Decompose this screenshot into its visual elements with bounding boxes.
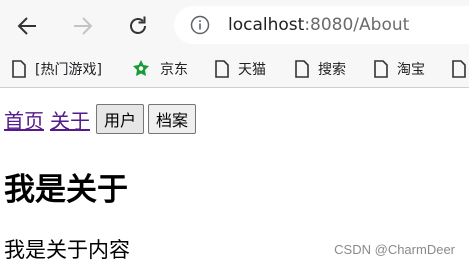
page-content: 首页 关于 用户 档案 我是关于 我是关于内容 CSDN @CharmDeer <box>0 88 469 268</box>
bookmark-item[interactable]: [热门游戏] <box>12 51 102 87</box>
nav-links: 首页 关于 用户 档案 <box>4 104 200 134</box>
bookmark-item[interactable]: 京东 <box>131 51 188 87</box>
page-icon <box>215 60 229 78</box>
bookmark-label: 天猫 <box>238 62 266 78</box>
jd-icon <box>131 59 151 79</box>
bookmark-label: 搜索 <box>318 62 346 78</box>
profile-button[interactable]: 档案 <box>148 104 197 134</box>
page-icon <box>452 60 466 78</box>
info-icon[interactable] <box>190 15 210 39</box>
arrow-right-icon <box>74 17 93 35</box>
url-path: :8080/About <box>304 15 410 35</box>
browser-toolbar: localhost:8080/About <box>0 0 469 51</box>
page-icon <box>295 60 309 78</box>
bookmark-overflow[interactable] <box>452 51 469 87</box>
bookmark-label: 京东 <box>160 62 188 78</box>
bookmark-label: [热门游戏] <box>35 62 102 78</box>
forward-button[interactable] <box>66 9 100 43</box>
home-link[interactable]: 首页 <box>4 105 44 134</box>
bookmark-item[interactable]: 搜索 <box>295 51 346 87</box>
page-icon <box>374 60 388 78</box>
url-text[interactable]: localhost:8080/About <box>228 6 409 44</box>
about-link[interactable]: 关于 <box>50 105 90 134</box>
bookmark-item[interactable]: 天猫 <box>215 51 266 87</box>
reload-button[interactable] <box>121 9 155 43</box>
bookmark-item[interactable]: 淘宝 <box>374 51 425 87</box>
page-body-text: 我是关于内容 <box>4 238 130 262</box>
user-button[interactable]: 用户 <box>96 104 145 134</box>
url-host: localhost <box>228 15 305 35</box>
watermark: CSDN @CharmDeer <box>334 242 455 257</box>
page-heading: 我是关于 <box>4 172 128 208</box>
address-bar[interactable]: localhost:8080/About <box>174 6 469 44</box>
bookmarks-bar: [热门游戏] 京东 天猫 搜索 淘宝 <box>0 51 469 88</box>
arrow-left-icon <box>17 17 36 35</box>
bookmark-label: 淘宝 <box>397 62 425 78</box>
reload-icon <box>130 16 146 34</box>
back-button[interactable] <box>10 9 44 43</box>
page-icon <box>12 60 26 78</box>
